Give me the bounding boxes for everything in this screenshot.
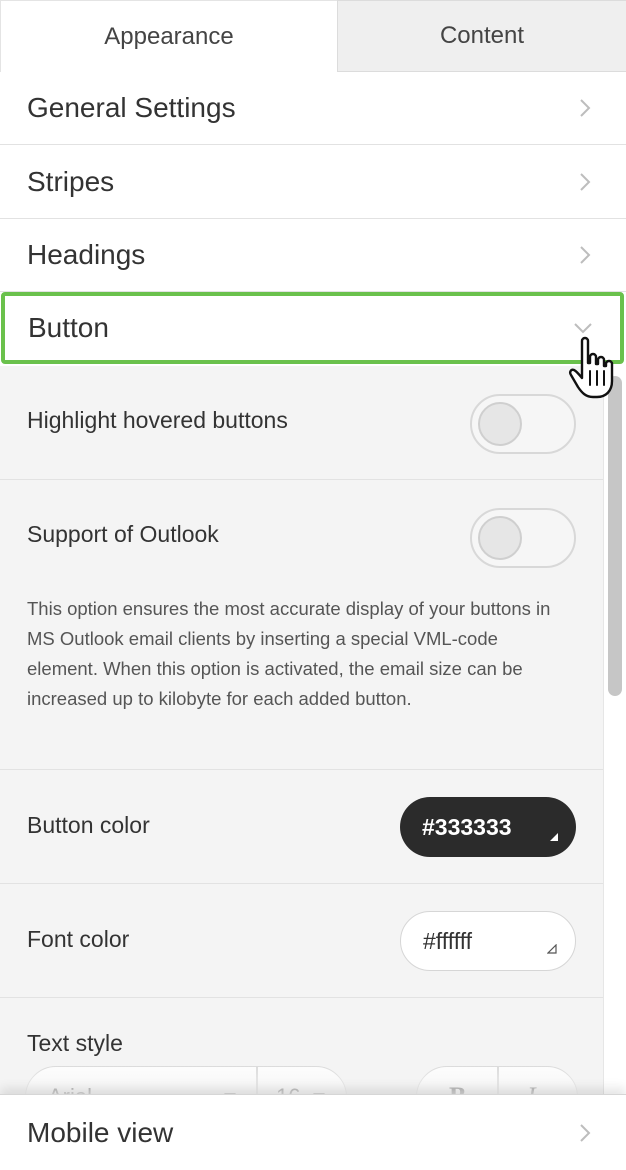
setting-button-color: Button color #333333 — [0, 770, 603, 884]
outlook-description: This option ensures the most accurate di… — [27, 598, 551, 709]
color-value: #ffffff — [423, 927, 473, 954]
text-style-label: Text style — [27, 1030, 123, 1056]
section-button[interactable]: Button — [1, 292, 624, 364]
picker-corner-icon — [550, 833, 558, 841]
section-headings[interactable]: Headings — [0, 219, 626, 292]
toggle-knob — [478, 516, 522, 560]
picker-corner-icon — [547, 944, 557, 954]
section-title: General Settings — [27, 92, 236, 123]
highlight-hovered-toggle[interactable] — [470, 394, 576, 454]
setting-outlook-support: Support of Outlook This option ensures t… — [0, 480, 603, 770]
setting-font-color: Font color #ffffff — [0, 884, 603, 998]
setting-label: Support of Outlook — [27, 521, 219, 547]
chevron-right-icon — [570, 93, 600, 123]
outlook-support-toggle[interactable] — [470, 508, 576, 568]
section-mobile-view[interactable]: Mobile view — [0, 1094, 626, 1170]
setting-label: Button color — [27, 812, 150, 838]
chevron-right-icon — [570, 240, 600, 270]
tab-content[interactable]: Content — [337, 0, 626, 72]
section-general-settings[interactable]: General Settings — [0, 72, 626, 145]
chevron-right-icon — [570, 167, 600, 197]
setting-label: Font color — [27, 926, 130, 952]
section-stripes[interactable]: Stripes — [0, 146, 626, 219]
chevron-right-icon — [570, 1118, 600, 1148]
section-title: Stripes — [27, 166, 115, 197]
hand-pointer-icon — [569, 336, 614, 399]
section-title: Mobile view — [27, 1116, 174, 1148]
font-color-picker[interactable]: #ffffff — [400, 911, 576, 971]
button-color-picker[interactable]: #333333 — [400, 797, 576, 857]
scrollbar-thumb[interactable] — [608, 376, 622, 696]
tab-bar: Appearance Content — [0, 0, 626, 72]
color-value: #333333 — [422, 813, 512, 840]
button-settings-panel: Highlight hovered buttons Support of Out… — [0, 366, 604, 1096]
section-title: Headings — [27, 239, 146, 270]
section-title: Button — [28, 312, 109, 343]
toggle-knob — [478, 402, 522, 446]
setting-label: Highlight hovered buttons — [27, 407, 288, 433]
scroll-fade — [0, 1056, 603, 1096]
setting-highlight-hovered: Highlight hovered buttons — [0, 366, 603, 480]
tab-appearance[interactable]: Appearance — [0, 0, 337, 72]
